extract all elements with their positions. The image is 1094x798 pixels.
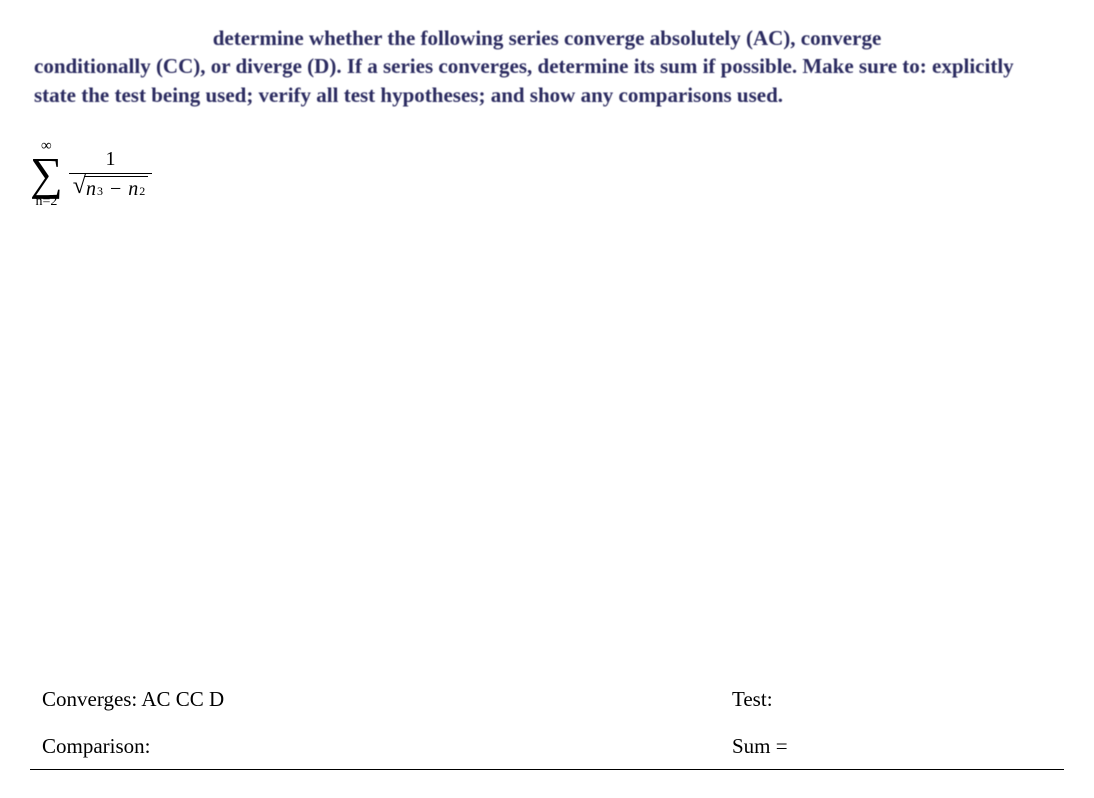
term1-exp: 3: [97, 184, 103, 199]
denominator: √ n3 − n2: [69, 174, 152, 201]
sum-field: Sum =: [732, 734, 1052, 759]
series-expression: ∞ ∑ n=2 1 √ n3 − n2: [30, 139, 1064, 209]
term1-base: n: [86, 178, 96, 201]
summation-symbol: ∞ ∑ n=2: [30, 139, 63, 209]
page: determine whether the following series c…: [0, 0, 1094, 798]
instructions-line-1: determine whether the following series c…: [34, 24, 1060, 52]
radicand: n3 − n2: [84, 176, 148, 201]
answer-row-1: Converges: AC CC D Test:: [30, 687, 1064, 712]
bottom-rule: [30, 769, 1064, 770]
term2-exp: 2: [139, 184, 145, 199]
instructions-line-2: conditionally (CC), or diverge (D). If a…: [34, 54, 897, 78]
sum-lower-limit: n=2: [35, 195, 57, 209]
answer-row-2: Comparison: Sum =: [30, 734, 1064, 759]
numerator: 1: [102, 148, 120, 173]
square-root: √ n3 − n2: [73, 176, 148, 201]
term-n-cubed: n3: [86, 178, 103, 201]
answer-section: Converges: AC CC D Test: Comparison: Sum…: [30, 687, 1064, 770]
instructions-block: determine whether the following series c…: [30, 24, 1064, 109]
comparison-field: Comparison:: [42, 734, 732, 759]
test-field: Test:: [732, 687, 1052, 712]
sigma-glyph: ∑: [30, 154, 63, 193]
minus-sign: −: [110, 178, 121, 201]
fraction: 1 √ n3 − n2: [69, 148, 152, 201]
converges-field: Converges: AC CC D: [42, 687, 732, 712]
term2-base: n: [128, 178, 138, 201]
term-n-squared: n2: [128, 178, 145, 201]
